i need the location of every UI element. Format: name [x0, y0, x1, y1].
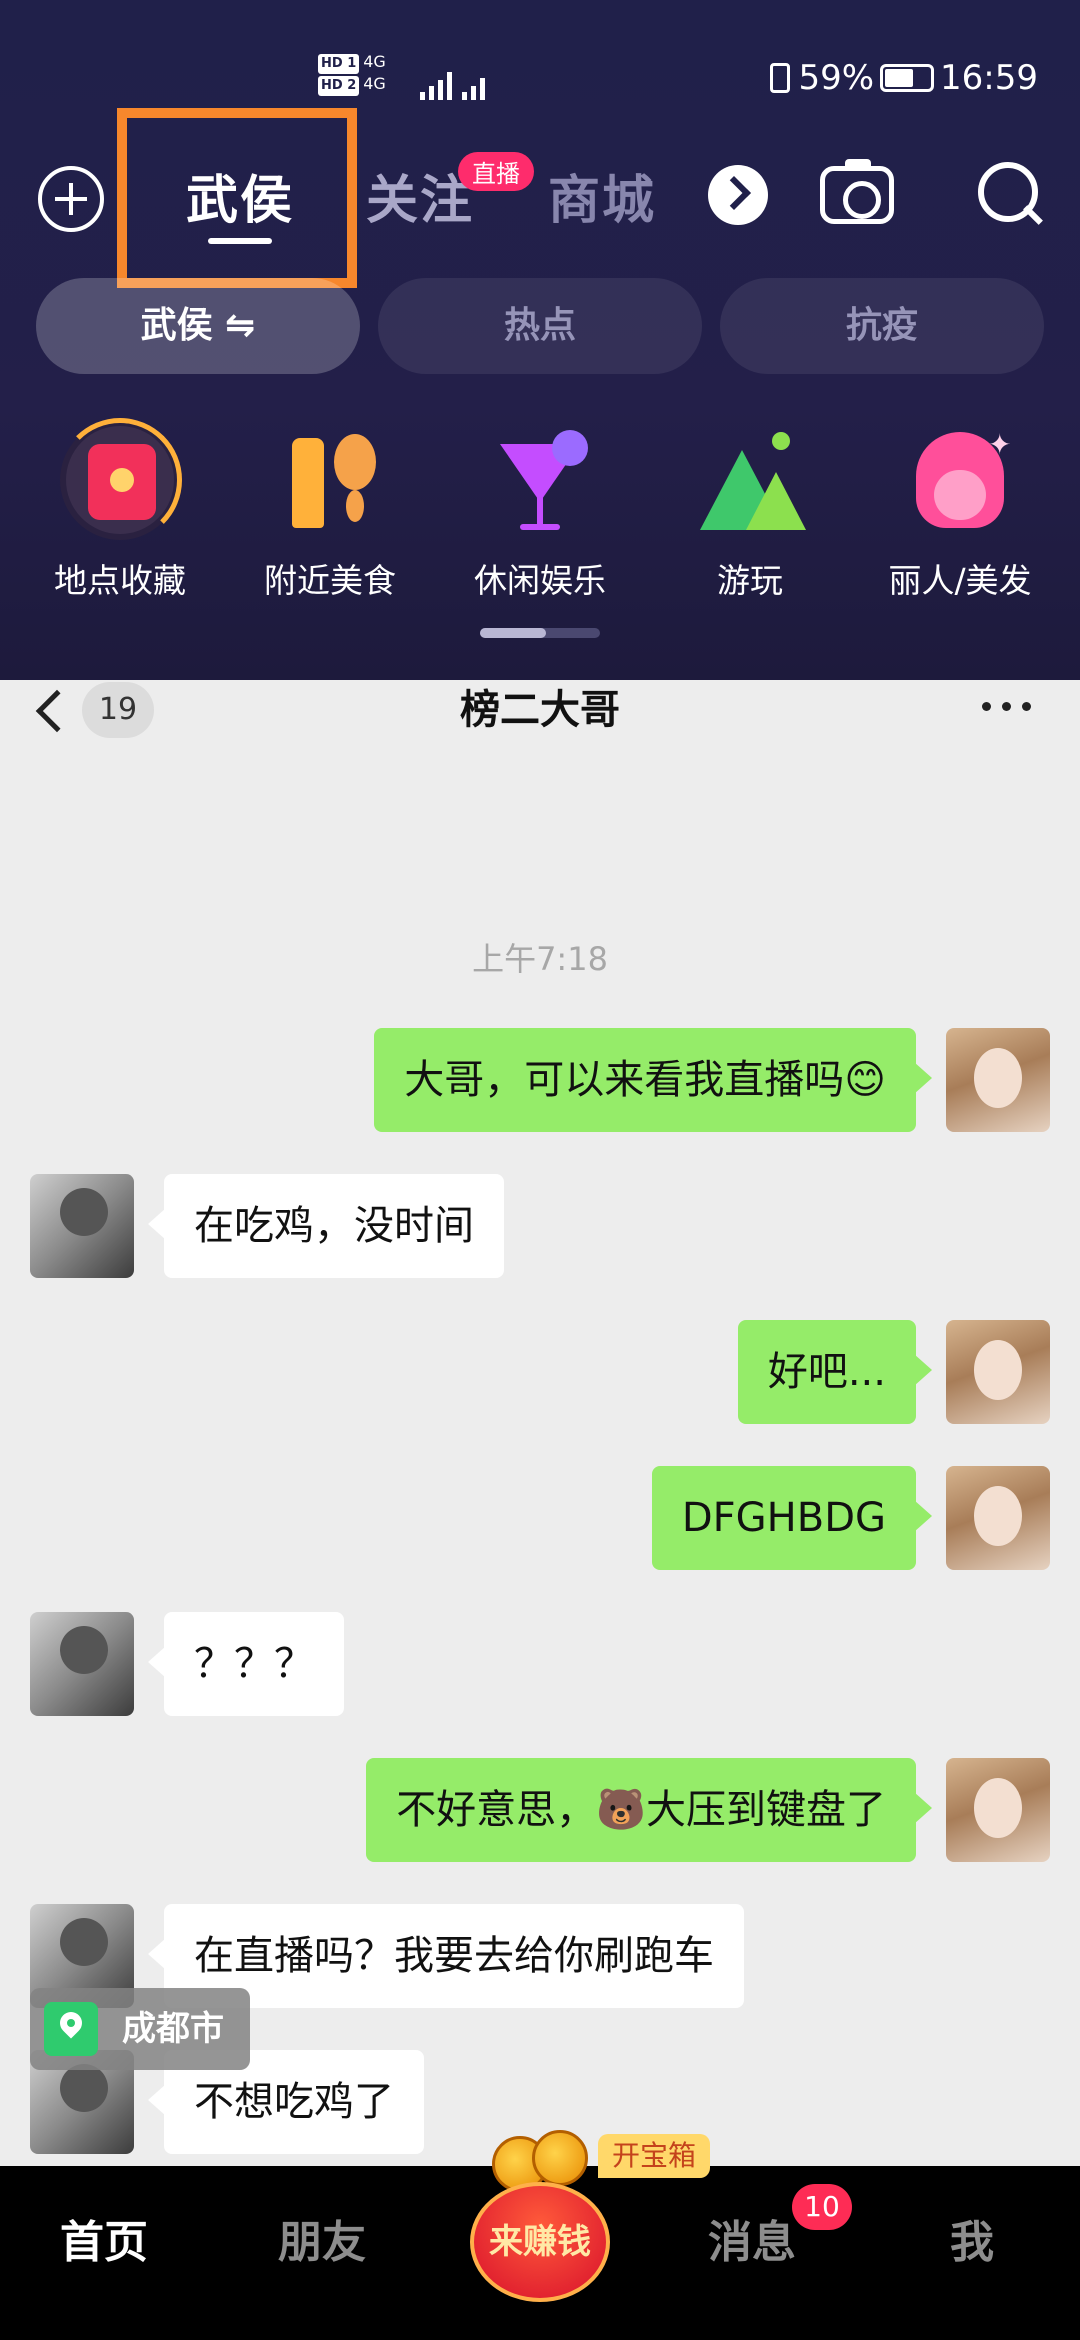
hair-icon: ✦: [900, 420, 1020, 540]
avatar: [30, 1174, 134, 1278]
battery-icon: [880, 64, 935, 92]
message-bubble-received: ？？？: [148, 1612, 344, 1716]
category-label: 游玩: [717, 561, 783, 600]
app-header: HD 1 4G HD 2 4G 59% 16:59 武侯 关注 直播 商城 武侯 ⇋ …: [0, 0, 1080, 680]
cocktail-icon: [480, 420, 600, 540]
avatar: [30, 1612, 134, 1716]
category-scroll-indicator: [480, 628, 600, 638]
avatar: [946, 1028, 1050, 1132]
open-chest-tag: 开宝箱: [598, 2134, 711, 2178]
bottom-nav: 首页 朋友 来赚钱 开宝箱 消息 10 我: [0, 2130, 1080, 2340]
network-2-label: 4G: [363, 74, 386, 93]
signal-icon: [420, 60, 490, 100]
chat-header: 榜二大哥 19: [0, 680, 1080, 750]
message-bubble-received: 在直播吗？我要去给你刷跑车: [148, 1904, 744, 2008]
nav-messages[interactable]: 消息: [708, 2206, 796, 2270]
highlight-box: [117, 108, 357, 288]
message-bubble-received: 在吃鸡，没时间: [148, 1174, 504, 1278]
message-bubble-sent: DFGHBDG: [651, 1466, 933, 1570]
category-sightseeing[interactable]: 游玩: [650, 420, 850, 602]
plus-icon[interactable]: [38, 166, 104, 232]
more-icon: [982, 702, 1032, 712]
chat-screenshot[interactable]: 榜二大哥 19 上午7:18 大哥，可以来看我直播吗😊 在吃鸡，没时间 好吧..…: [0, 680, 1080, 2166]
vibrate-icon: [770, 63, 791, 93]
category-label: 附近美食: [264, 561, 396, 600]
category-row: 地点收藏 附近美食 休闲娱乐 游玩 ✦ 丽人/美发: [0, 418, 1080, 610]
mountain-icon: [690, 420, 810, 540]
chat-timestamp: 上午7:18: [472, 940, 608, 978]
clock: 16:59: [940, 58, 1038, 98]
sim-2-label: HD 2: [318, 76, 360, 96]
message-bubble-sent: 不好意思，🐻大压到键盘了: [366, 1758, 932, 1862]
category-entertainment[interactable]: 休闲娱乐: [440, 420, 640, 602]
camera-icon[interactable]: [820, 159, 894, 224]
earn-label: 来赚钱: [489, 2222, 591, 2262]
unread-count: 19: [82, 682, 154, 738]
nav-friends[interactable]: 朋友: [278, 2206, 366, 2270]
tab-mall[interactable]: 商城: [548, 158, 656, 233]
sim-indicators: HD 1 4G HD 2 4G: [318, 52, 386, 96]
sim-1-label: HD 1: [318, 54, 360, 74]
category-label: 休闲娱乐: [474, 561, 606, 600]
category-label: 地点收藏: [54, 561, 186, 600]
chevron-right-icon[interactable]: [708, 165, 768, 225]
live-badge: 直播: [458, 152, 534, 191]
chat-title: 榜二大哥: [460, 687, 620, 733]
avatar: [946, 1320, 1050, 1424]
category-label: 丽人/美发: [888, 561, 1032, 600]
subtab-antiepidemic[interactable]: 抗疫: [720, 278, 1044, 374]
subtab-local[interactable]: 武侯 ⇋: [36, 278, 360, 374]
network-1-label: 4G: [363, 52, 386, 71]
location-label: 成都市: [122, 2009, 224, 2049]
subtab-hot[interactable]: 热点: [378, 278, 702, 374]
location-pin-icon: [44, 2002, 98, 2056]
category-beauty[interactable]: ✦ 丽人/美发: [860, 420, 1060, 602]
avatar: [946, 1466, 1050, 1570]
category-favorites[interactable]: 地点收藏: [20, 418, 220, 602]
fork-spoon-icon: [270, 420, 390, 540]
message-bubble-sent: 大哥，可以来看我直播吗😊: [374, 1028, 932, 1132]
search-icon[interactable]: [978, 162, 1042, 232]
nav-home[interactable]: 首页: [60, 2206, 148, 2270]
message-count-badge: 10: [792, 2184, 852, 2230]
status-right: 59% 16:59: [770, 58, 1038, 98]
nav-me[interactable]: 我: [950, 2206, 994, 2270]
avatar: [946, 1758, 1050, 1862]
message-bubble-sent: 好吧...: [737, 1320, 933, 1424]
red-envelope-icon: [58, 418, 182, 542]
battery-percent: 59%: [798, 58, 875, 98]
category-food[interactable]: 附近美食: [230, 420, 430, 602]
earn-button[interactable]: 来赚钱: [470, 2126, 610, 2316]
location-chip[interactable]: 成都市: [30, 1988, 250, 2070]
sub-tabs: 武侯 ⇋ 热点 抗疫: [36, 278, 1046, 374]
